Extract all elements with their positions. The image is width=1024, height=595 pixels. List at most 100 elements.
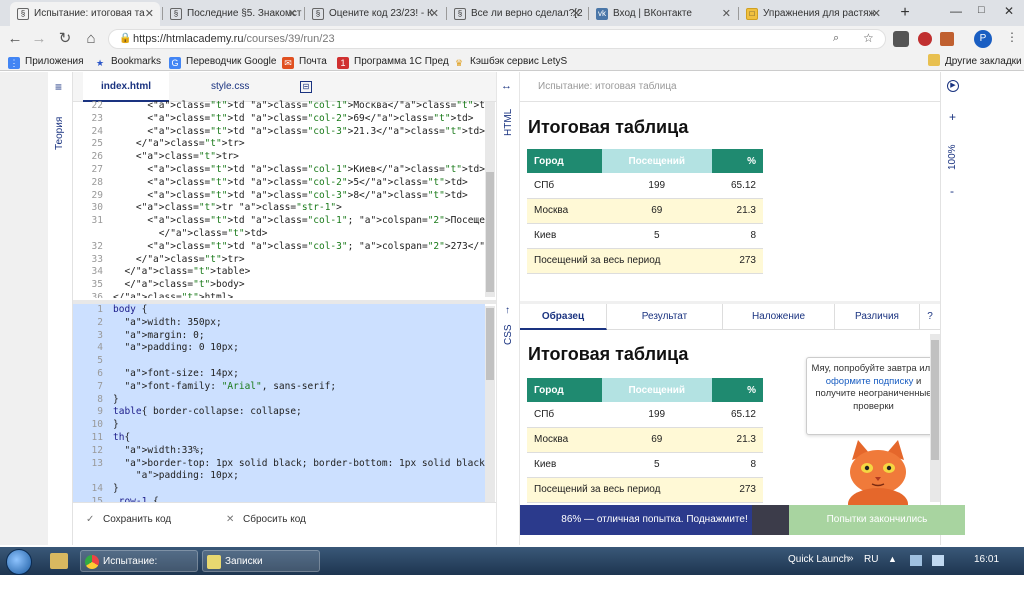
code-line[interactable]: 26 <"a">class="t">tr> <box>73 151 485 164</box>
clock[interactable]: 16:01 <box>974 554 999 565</box>
code-line[interactable]: 35 </"a">class="t">body> <box>73 279 485 292</box>
format-icon[interactable]: ⊟ <box>300 81 312 93</box>
url-field[interactable]: 🔒 https://htmlacademy.ru/courses/39/run/… <box>108 29 886 49</box>
network-icon[interactable] <box>910 555 922 566</box>
code-line[interactable]: 7 "a">font-family: "Arial", sans-serif; <box>73 380 485 394</box>
reload-icon[interactable]: ↻ <box>56 29 74 49</box>
code-line[interactable]: 4 "a">padding: 0 10px; <box>73 342 485 356</box>
browser-tab-6[interactable]: □ Упражнения для растяж ✕ <box>739 2 887 26</box>
code-line[interactable]: 31 <"a">class="t">td "a">class="col-1"; … <box>73 215 485 228</box>
scroll-thumb[interactable] <box>486 308 494 380</box>
code-line[interactable]: 28 <"a">class="t">td "a">class="col-2">5… <box>73 177 485 190</box>
extension-icon[interactable] <box>893 31 909 47</box>
browser-tab-1[interactable]: § Испытание: итоговая та ✕ <box>10 2 160 26</box>
other-bookmarks[interactable]: Другие закладки <box>928 54 1022 69</box>
code-line[interactable]: "a">padding: 10px; <box>73 470 485 484</box>
code-line[interactable]: 29 <"a">class="t">td "a">class="col-3">8… <box>73 190 485 203</box>
tab-diff[interactable]: Различия <box>835 304 920 330</box>
taskbar-item-notes[interactable]: Записки <box>202 550 320 572</box>
menu-icon[interactable]: ≡ <box>55 80 62 94</box>
tray-arrow-icon[interactable]: ▲ <box>888 554 897 564</box>
code-line[interactable]: 34 </"a">class="t">table> <box>73 266 485 279</box>
code-line[interactable]: 6 "a">font-size: 14px; <box>73 367 485 381</box>
code-line[interactable]: 33 </"a">class="t">tr> <box>73 254 485 267</box>
new-tab-button[interactable]: + <box>895 3 915 23</box>
volume-icon[interactable] <box>932 555 944 566</box>
explorer-icon[interactable] <box>50 553 68 569</box>
refresh-preview-icon[interactable]: ▶ <box>947 80 959 92</box>
star-icon[interactable]: ☆ <box>863 31 874 45</box>
help-button[interactable]: ? <box>920 304 940 330</box>
code-line[interactable]: 25 </"a">class="t">tr> <box>73 138 485 151</box>
code-line[interactable]: 14} <box>73 483 485 496</box>
window-close-icon[interactable]: ✕ <box>1004 4 1014 18</box>
tab-result[interactable]: Результат <box>607 304 723 330</box>
browser-tab-3[interactable]: § Оцените код 23/23! - К ✕ <box>305 2 445 26</box>
scroll-thumb[interactable] <box>931 340 939 460</box>
code-line[interactable]: 13 "a">border-top: 1px solid black; bord… <box>73 457 485 471</box>
browser-tab-4[interactable]: § Все ли верно сделал?[2 ✕ <box>447 2 587 26</box>
browser-tab-5[interactable]: vk Вход | ВКонтакте ✕ <box>589 2 737 26</box>
forward-icon[interactable]: → <box>30 29 48 49</box>
arrow-up-icon[interactable]: ↑ <box>505 305 510 316</box>
bookmark-mail[interactable]: ✉ Почта <box>282 54 327 69</box>
code-line[interactable]: 10} <box>73 419 485 432</box>
code-line[interactable]: 30 <"a">class="t">tr "a">class="str-1"> <box>73 202 485 215</box>
bookmark-apps[interactable]: ⋮ Приложения <box>8 54 84 69</box>
bookmark-bookmarks[interactable]: ★ Bookmarks <box>94 54 161 69</box>
preview-scrollbar[interactable] <box>930 334 940 502</box>
code-line[interactable]: 22 <"a">class="t">td "a">class="col-1">М… <box>73 100 485 113</box>
menu-icon[interactable]: ⋮ <box>1006 30 1018 44</box>
extension-icon[interactable] <box>940 32 954 46</box>
code-line[interactable]: </"a">class="t">td> <box>73 228 485 241</box>
chevron-icon[interactable]: » <box>848 553 854 564</box>
back-icon[interactable]: ← <box>6 29 24 49</box>
scroll-thumb[interactable] <box>486 172 494 292</box>
zoom-out-button[interactable]: - <box>950 184 954 198</box>
home-icon[interactable]: ⌂ <box>82 29 100 49</box>
close-icon[interactable]: ✕ <box>872 2 881 26</box>
code-line[interactable]: 11 th{ <box>73 431 485 445</box>
code-line[interactable]: 24 <"a">class="t">td "a">class="col-3">2… <box>73 126 485 139</box>
subscribe-link[interactable]: оформите подписку <box>826 376 914 387</box>
code-line[interactable]: 27 <"a">class="t">td "a">class="col-1">К… <box>73 164 485 177</box>
bookmark-google-translate[interactable]: G Переводчик Google <box>169 54 276 69</box>
bookmark-1c[interactable]: 1 Программа 1С Пред <box>337 54 449 69</box>
maximize-icon[interactable]: □ <box>978 4 985 16</box>
code-line[interactable]: 9 table{ border-collapse: collapse; <box>73 406 485 420</box>
html-scrollbar[interactable] <box>485 102 495 297</box>
browser-tab-2[interactable]: § Последние §5. Знакомст ✕ <box>163 2 303 26</box>
tab-sample[interactable]: Образец <box>520 304 607 330</box>
code-line[interactable]: 23 <"a">class="t">td "a">class="col-2">6… <box>73 113 485 126</box>
close-icon[interactable]: ✕ <box>145 2 154 26</box>
code-line[interactable]: 8} <box>73 393 485 407</box>
tab-style-css[interactable]: style.css <box>193 72 267 102</box>
zoom-in-button[interactable]: + <box>949 110 956 124</box>
tab-overlay[interactable]: Наложение <box>723 304 835 330</box>
code-line[interactable]: 1 body { <box>73 304 485 317</box>
bookmark-letyshops[interactable]: ♛ Кэшбэк сервис LetyS <box>453 54 567 69</box>
save-code-button[interactable]: ✓ Сохранить код <box>73 505 171 535</box>
zoom-search-icon[interactable]: ⌕ <box>833 32 839 45</box>
profile-avatar[interactable]: P <box>974 30 992 48</box>
extension-icon[interactable] <box>918 32 932 46</box>
language-indicator[interactable]: RU <box>864 554 878 565</box>
code-line[interactable]: 2 "a">width: 350px; <box>73 316 485 330</box>
tab-index-html[interactable]: index.html <box>83 72 170 102</box>
css-code-area[interactable]: 1 body {2 "a">width: 350px; 3 "a">margin: … <box>73 304 485 502</box>
close-icon[interactable]: ✕ <box>288 2 297 26</box>
attempts-ended-button[interactable]: Попытки закончились <box>789 505 965 535</box>
theory-tab[interactable]: Теория <box>54 117 65 150</box>
minimize-icon[interactable]: — <box>950 4 962 18</box>
close-icon[interactable]: ✕ <box>722 2 731 26</box>
close-icon[interactable]: ✕ <box>430 2 439 26</box>
code-line[interactable]: 12 "a">width:33%; <box>73 444 485 458</box>
code-line[interactable]: 5 <box>73 355 485 368</box>
css-scrollbar[interactable] <box>485 306 495 502</box>
taskbar-item-chrome[interactable]: Испытание: итогова... <box>80 550 198 589</box>
code-line[interactable]: 32 <"a">class="t">td "a">class="col-3"; … <box>73 241 485 254</box>
swap-icon[interactable]: ↔ <box>501 80 512 92</box>
html-code-area[interactable]: 22 <"a">class="t">td "a">class="col-1">М… <box>73 100 485 298</box>
code-line[interactable]: 3 "a">margin: 0; <box>73 329 485 343</box>
start-button[interactable] <box>6 549 32 575</box>
